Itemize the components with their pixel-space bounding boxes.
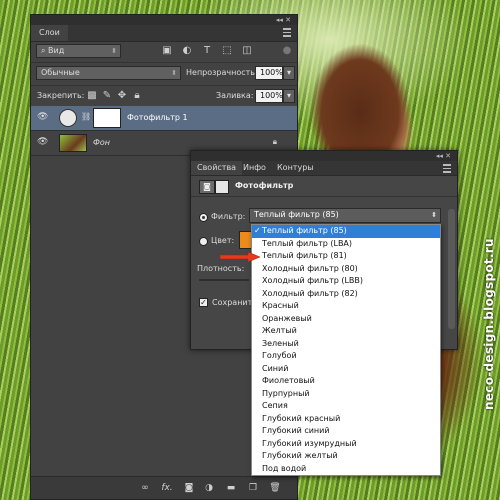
tab-info[interactable]: Инфо [237, 161, 272, 175]
filter-option[interactable]: Сепия [252, 400, 440, 413]
blend-mode-select[interactable]: Обычные ⬍ [36, 66, 181, 80]
collapse-arrows-icon[interactable]: ◂◂ ✕ [276, 15, 291, 25]
filter-toggle-icon[interactable]: ● [281, 45, 293, 57]
filter-label: Фильтр: [211, 212, 246, 221]
filter-type-icon[interactable]: T [201, 45, 213, 57]
visibility-eye-icon[interactable]: 👁︎ [37, 137, 48, 148]
filter-option[interactable]: Теплый фильтр (LBA) [252, 238, 440, 251]
layer-row[interactable]: 👁︎ ⛓︎ Фотофильтр 1 [31, 106, 297, 131]
filter-option[interactable]: Голубой [252, 350, 440, 363]
panel-menu-icon[interactable] [283, 28, 291, 37]
mask-toggle-icon[interactable] [215, 180, 229, 194]
chevron-updown-icon: ⬍ [111, 47, 117, 55]
filter-option[interactable]: Глубокий красный [252, 413, 440, 426]
properties-header: ◙ Фотофильтр [191, 176, 457, 197]
filter-option[interactable]: Оранжевый [252, 313, 440, 326]
fill-dropdown-button[interactable]: ▾ [283, 89, 295, 103]
filter-option[interactable]: Глубокий желтый [252, 450, 440, 463]
adjustment-layer-thumbnail-icon [59, 109, 77, 127]
filter-row: ⌕ Вид ⬍ ▣ ◐ T ⬚ ◫ ● [31, 41, 297, 61]
filter-option[interactable]: Пурпурный [252, 388, 440, 401]
layers-footer: ∞ fx. ◙ ◑ ▬ ❐ 🗑︎ [31, 476, 297, 499]
tab-paths[interactable]: Контуры [271, 161, 320, 175]
chevron-down-icon: ▾ [286, 91, 291, 100]
filter-shape-icon[interactable]: ⬚ [221, 45, 233, 57]
filter-option[interactable]: Желтый [252, 325, 440, 338]
filter-pixel-icon[interactable]: ▣ [161, 45, 173, 57]
lock-position-icon[interactable]: ✥ [116, 90, 128, 102]
layer-mask-thumbnail[interactable] [93, 108, 121, 128]
filter-option[interactable]: ✓ Теплый фильтр (85) [252, 225, 440, 238]
adjustment-icon[interactable]: ◑ [203, 482, 215, 494]
filter-option[interactable]: Синий [252, 363, 440, 376]
panel-menu-icon[interactable] [443, 164, 451, 173]
filter-option[interactable]: Глубокий изумрудный [252, 438, 440, 451]
search-icon: ⌕ [41, 46, 49, 55]
chevron-updown-icon: ⬍ [431, 211, 437, 219]
folder-icon[interactable]: ▬ [225, 482, 237, 494]
preserve-luminosity-checkbox[interactable]: ✓ [199, 298, 208, 307]
visibility-eye-icon[interactable]: 👁︎ [37, 112, 48, 123]
filter-option[interactable]: Красный [252, 300, 440, 313]
filter-select-value: Теплый фильтр (85) [254, 210, 339, 219]
filter-select[interactable]: Теплый фильтр (85) ⬍ [249, 208, 441, 223]
filter-radio[interactable] [199, 213, 208, 222]
filter-option[interactable]: Холодный фильтр (80) [252, 263, 440, 276]
blend-row: Обычные ⬍ Непрозрачность: 100% ▾ [31, 62, 297, 83]
filter-smart-object-icon[interactable]: ◫ [241, 45, 253, 57]
tab-layers[interactable]: Слои [31, 25, 68, 41]
checkmark-icon: ✓ [254, 226, 261, 235]
color-label: Цвет: [211, 236, 235, 245]
layers-tabbar: Слои [31, 25, 297, 42]
lock-image-icon[interactable]: ✎ [101, 90, 113, 102]
link-icon[interactable]: ∞ [139, 482, 151, 494]
lock-all-icon[interactable]: 🔒︎ [131, 90, 143, 102]
density-label: Плотность: [197, 264, 245, 273]
chevron-down-icon: ▾ [286, 68, 291, 77]
trash-icon[interactable]: 🗑︎ [269, 482, 281, 494]
watermark-text: neco-design.blogspot.ru [482, 238, 496, 410]
new-layer-icon[interactable]: ❐ [247, 482, 259, 494]
filter-option[interactable]: Холодный фильтр (82) [252, 288, 440, 301]
lock-row: Закрепить: ▩ ✎ ✥ 🔒︎ Заливка: 100% ▾ [31, 85, 297, 106]
properties-tabbar: Свойства Инфо Контуры [191, 161, 457, 176]
filter-adjustment-icon[interactable]: ◐ [181, 45, 193, 57]
mask-icon[interactable]: ◙ [183, 482, 195, 494]
layer-filter-value: Вид [48, 46, 65, 55]
background-thumbnail [59, 134, 87, 152]
filter-option[interactable]: Холодный фильтр (LBB) [252, 275, 440, 288]
link-chain-icon[interactable]: ⛓︎ [81, 112, 91, 121]
properties-title: Фотофильтр [235, 181, 294, 190]
opacity-label: Непрозрачность: [186, 68, 258, 77]
properties-scrollbar[interactable] [448, 209, 455, 329]
fill-label: Заливка: [216, 91, 254, 100]
filter-option[interactable]: Под водой [252, 463, 440, 476]
filter-dropdown-list: ✓ Теплый фильтр (85) Теплый фильтр (LBA) … [251, 224, 441, 476]
lock-transparent-icon[interactable]: ▩ [86, 90, 98, 102]
opacity-input[interactable]: 100% [255, 66, 283, 80]
panel-titlebar: ◂◂ ✕ [191, 151, 457, 161]
density-slider-track[interactable] [199, 279, 249, 281]
red-arrow-icon [220, 252, 260, 262]
filter-option[interactable]: Глубокий синий [252, 425, 440, 438]
lock-label: Закрепить: [37, 91, 85, 100]
layer-filter-select[interactable]: ⌕ Вид ⬍ [36, 44, 121, 58]
adjustment-camera-icon: ◙ [199, 180, 215, 194]
opacity-dropdown-button[interactable]: ▾ [283, 66, 295, 80]
layer-name[interactable]: Фотофильтр 1 [127, 113, 188, 122]
fx-icon[interactable]: fx. [161, 482, 173, 494]
tab-properties[interactable]: Свойства [191, 161, 243, 175]
filter-option[interactable]: Зеленый [252, 338, 440, 351]
blend-mode-value: Обычные [41, 68, 80, 77]
collapse-arrows-icon[interactable]: ◂◂ ✕ [436, 151, 451, 161]
filter-option[interactable]: Теплый фильтр (81) [252, 250, 440, 263]
filter-option[interactable]: Фиолетовый [252, 375, 440, 388]
panel-titlebar: ◂◂ ✕ [31, 15, 297, 25]
color-radio[interactable] [199, 237, 208, 246]
layer-name[interactable]: Фон [93, 138, 110, 147]
lock-icon: 🔒︎ [272, 137, 277, 146]
chevron-updown-icon: ⬍ [171, 69, 177, 77]
fill-input[interactable]: 100% [255, 89, 283, 103]
